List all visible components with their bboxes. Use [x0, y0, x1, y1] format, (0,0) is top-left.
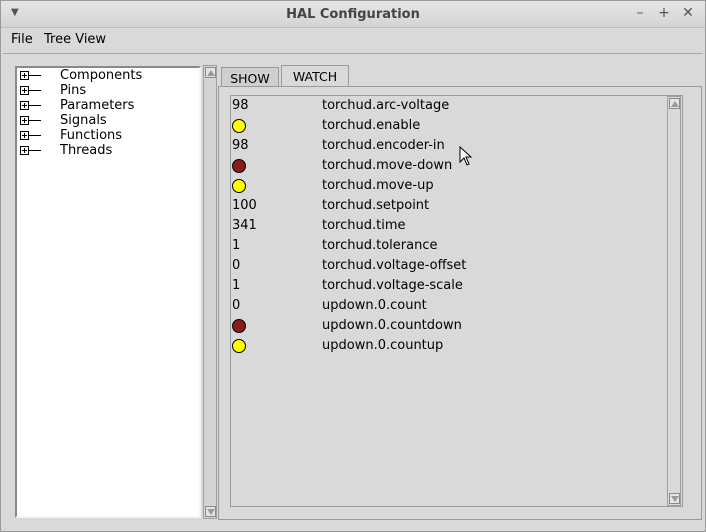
- menu-bar: File Tree View: [1, 28, 705, 52]
- expand-icon[interactable]: [20, 86, 29, 95]
- watch-value: 0: [232, 258, 241, 273]
- tree-scrollbar[interactable]: [203, 65, 217, 519]
- expand-icon[interactable]: [20, 101, 29, 110]
- menu-separator: [3, 53, 703, 54]
- watch-row[interactable]: 98 torchud.arc-voltage: [231, 97, 667, 117]
- maximize-icon[interactable]: +: [656, 5, 672, 21]
- watch-row[interactable]: 98 torchud.encoder-in: [231, 137, 667, 157]
- watch-pin-name: torchud.move-up: [322, 178, 434, 193]
- watch-pin-name: torchud.enable: [322, 118, 421, 133]
- watch-value: 0: [232, 298, 241, 313]
- watch-pin-name: torchud.arc-voltage: [322, 98, 450, 113]
- watch-row[interactable]: 1 torchud.tolerance: [231, 237, 667, 257]
- menu-file[interactable]: File: [11, 32, 33, 47]
- window-title: HAL Configuration: [286, 7, 420, 22]
- tree-item-label: Components: [60, 68, 143, 83]
- menu-tree-view[interactable]: Tree View: [44, 32, 106, 47]
- watch-pin-name: torchud.time: [322, 218, 406, 233]
- tree-item-functions[interactable]: Functions: [17, 128, 197, 143]
- tree-item-signals[interactable]: Signals: [17, 113, 197, 128]
- watch-row[interactable]: updown.0.countdown: [231, 317, 667, 337]
- scroll-up-icon[interactable]: [669, 98, 680, 109]
- minimize-icon[interactable]: –: [632, 5, 648, 21]
- tree-item-threads[interactable]: Threads: [17, 143, 197, 158]
- expand-icon[interactable]: [20, 116, 29, 125]
- led-on-icon: [232, 339, 246, 353]
- watch-scrollbar[interactable]: [667, 96, 681, 506]
- tree-item-label: Parameters: [60, 98, 135, 113]
- watch-value: 98: [232, 98, 249, 113]
- tree-item-label: Functions: [60, 128, 123, 143]
- watch-pin-name: torchud.voltage-offset: [322, 258, 467, 273]
- watch-row[interactable]: torchud.move-up: [231, 177, 667, 197]
- watch-pin-name: torchud.setpoint: [322, 198, 430, 213]
- mouse-cursor-icon: [459, 146, 473, 166]
- watch-list[interactable]: 98 torchud.arc-voltage torchud.enable 98 tor…: [230, 95, 683, 507]
- watch-row[interactable]: updown.0.countup: [231, 337, 667, 357]
- tree-item-parameters[interactable]: Parameters: [17, 98, 197, 113]
- led-on-icon: [232, 179, 246, 193]
- watch-row[interactable]: 341 torchud.time: [231, 217, 667, 237]
- watch-value: 1: [232, 278, 241, 293]
- tree-item-label: Threads: [60, 143, 113, 158]
- tab-show[interactable]: SHOW: [221, 67, 279, 87]
- watch-row[interactable]: 100 torchud.setpoint: [231, 197, 667, 217]
- expand-icon[interactable]: [20, 146, 29, 155]
- watch-pin-name: updown.0.countdown: [322, 318, 462, 333]
- led-on-icon: [232, 119, 246, 133]
- scroll-up-icon[interactable]: [205, 67, 216, 78]
- expand-icon[interactable]: [20, 131, 29, 140]
- tree-item-pins[interactable]: Pins: [17, 83, 197, 98]
- watch-value: 98: [232, 138, 249, 153]
- tree-item-components[interactable]: Components: [17, 68, 197, 83]
- watch-value: 1: [232, 238, 241, 253]
- close-icon[interactable]: ✕: [680, 5, 696, 21]
- scroll-down-icon[interactable]: [205, 506, 216, 517]
- watch-row[interactable]: 1 torchud.voltage-scale: [231, 277, 667, 297]
- watch-pin-name: torchud.voltage-scale: [322, 278, 463, 293]
- watch-pin-name: torchud.move-down: [322, 158, 453, 173]
- watch-pin-name: updown.0.count: [322, 298, 427, 313]
- scroll-down-icon[interactable]: [669, 493, 680, 504]
- watch-row[interactable]: 0 updown.0.count: [231, 297, 667, 317]
- led-off-icon: [232, 319, 246, 333]
- tree-view[interactable]: Components Pins Parameters Signals Funct…: [15, 66, 201, 518]
- watch-row[interactable]: 0 torchud.voltage-offset: [231, 257, 667, 277]
- title-bar[interactable]: ▼ HAL Configuration – + ✕: [1, 1, 705, 28]
- tree-item-label: Signals: [60, 113, 107, 128]
- watch-row[interactable]: torchud.move-down: [231, 157, 667, 177]
- watch-value: 100: [232, 198, 257, 213]
- expand-icon[interactable]: [20, 71, 29, 80]
- led-off-icon: [232, 159, 246, 173]
- tree-item-label: Pins: [60, 83, 87, 98]
- hal-configuration-window: ▼ HAL Configuration – + ✕ File Tree View…: [0, 0, 706, 532]
- watch-pin-name: torchud.encoder-in: [322, 138, 445, 153]
- watch-row[interactable]: torchud.enable: [231, 117, 667, 137]
- watch-value: 341: [232, 218, 257, 233]
- tab-watch[interactable]: WATCH: [281, 65, 349, 87]
- watch-pin-name: updown.0.countup: [322, 338, 444, 353]
- watch-pin-name: torchud.tolerance: [322, 238, 438, 253]
